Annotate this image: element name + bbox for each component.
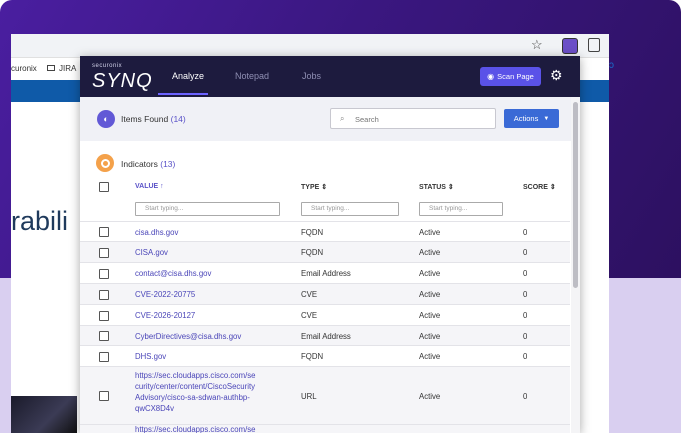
- indicator-type: FQDN: [301, 352, 324, 361]
- search-icon: ⌕: [340, 114, 345, 123]
- actions-label: Actions: [513, 114, 539, 123]
- filter-placeholder: Start typing...: [145, 205, 184, 212]
- indicator-status: Active: [419, 290, 441, 299]
- indicator-value-link[interactable]: https://sec.cloudapps.cisco.com/se curit…: [135, 370, 285, 414]
- indicator-value-link[interactable]: CISA.gov: [135, 247, 285, 258]
- indicators-text: Indicators: [121, 159, 158, 169]
- bookmark-item[interactable]: JIRA: [59, 64, 76, 73]
- filter-placeholder: Start typing...: [429, 205, 468, 212]
- tab-analyze[interactable]: Analyze: [172, 71, 204, 81]
- table-row[interactable]: CISA.gov FQDN Active 0: [80, 241, 570, 262]
- items-found-label: Items Found (14): [121, 114, 186, 124]
- gear-icon[interactable]: ⚙: [550, 67, 563, 84]
- indicator-type: Email Address: [301, 269, 351, 278]
- table-row[interactable]: https://sec.cloudapps.cisco.com/se curit…: [80, 366, 570, 424]
- items-found-icon: ◐: [97, 110, 115, 128]
- row-checkbox[interactable]: [99, 310, 109, 321]
- table-row[interactable]: https://sec.cloudapps.cisco.com/se: [80, 424, 570, 433]
- table-row[interactable]: CVE-2022-20775 CVE Active 0: [80, 283, 570, 304]
- indicators-heading: Indicators (13): [121, 159, 175, 169]
- scan-page-button[interactable]: ◉ Scan Page: [480, 67, 541, 86]
- indicator-status: Active: [419, 352, 441, 361]
- active-tab-indicator: [158, 93, 208, 95]
- value-filter-input[interactable]: Start typing...: [135, 202, 280, 216]
- indicator-status: Active: [419, 269, 441, 278]
- indicator-value-link[interactable]: CVE-2026-20127: [135, 310, 285, 321]
- indicator-value-link[interactable]: cisa.dhs.gov: [135, 227, 285, 238]
- table-row[interactable]: DHS.gov FQDN Active 0: [80, 345, 570, 366]
- indicator-value-link[interactable]: contact@cisa.dhs.gov: [135, 268, 285, 279]
- tab-jobs[interactable]: Jobs: [302, 71, 321, 81]
- page-edge-fragment: ɔ: [609, 60, 614, 71]
- items-found-text: Items Found: [121, 114, 169, 124]
- chevron-down-icon: ▼: [543, 115, 550, 122]
- indicator-score: 0: [523, 311, 528, 320]
- indicator-score: 0: [523, 352, 528, 361]
- indicator-score: 0: [523, 248, 528, 257]
- indicator-score: 0: [523, 331, 528, 341]
- indicators-icon: [96, 154, 114, 172]
- indicator-score: 0: [523, 227, 528, 237]
- actions-dropdown-button[interactable]: Actions ▼: [504, 109, 559, 128]
- column-header-status[interactable]: STATUS ⇕: [419, 183, 454, 191]
- table-row[interactable]: cisa.dhs.gov FQDN Active 0: [80, 221, 570, 241]
- page-heading-fragment: rabili: [11, 206, 69, 236]
- filter-placeholder: Start typing...: [311, 205, 350, 212]
- column-header-type[interactable]: TYPE ⇕: [301, 183, 327, 191]
- tab-manager-icon[interactable]: [588, 38, 600, 52]
- row-checkbox[interactable]: [99, 351, 109, 362]
- indicator-type: FQDN: [301, 248, 324, 257]
- scan-page-label: Scan Page: [497, 72, 534, 81]
- row-checkbox[interactable]: [99, 247, 109, 258]
- brand-subtitle: securonix: [92, 63, 123, 69]
- scrollbar-thumb[interactable]: [573, 102, 578, 288]
- select-all-checkbox[interactable]: [99, 182, 109, 192]
- panel-header: securonix SYNQ Analyze Notepad Jobs ◉ Sc…: [80, 56, 580, 97]
- synq-extension-panel: securonix SYNQ Analyze Notepad Jobs ◉ Sc…: [80, 56, 580, 433]
- scan-icon: ◉: [487, 72, 495, 81]
- indicators-count: (13): [160, 159, 176, 169]
- column-header-score[interactable]: SCORE ⇕: [523, 183, 556, 191]
- indicator-type: URL: [301, 391, 317, 401]
- indicator-value-link[interactable]: CVE-2022-20775: [135, 289, 285, 300]
- folder-icon: [47, 65, 55, 71]
- indicator-score: 0: [523, 290, 528, 299]
- indicator-status: Active: [419, 311, 441, 320]
- indicator-score: 0: [523, 269, 528, 278]
- brand-logo: SYNQ: [92, 70, 153, 92]
- indicator-value-link[interactable]: CyberDirectives@cisa.dhs.gov: [135, 331, 285, 342]
- indicator-type: Email Address: [301, 331, 351, 341]
- search-input[interactable]: [355, 113, 485, 125]
- indicator-status: Active: [419, 248, 441, 257]
- synq-extension-icon[interactable]: [562, 38, 578, 54]
- indicator-value-link[interactable]: DHS.gov: [135, 351, 285, 362]
- items-found-count: (14): [170, 114, 186, 124]
- indicator-type: FQDN: [301, 227, 324, 237]
- indicator-status: Active: [419, 331, 441, 341]
- row-checkbox[interactable]: [99, 268, 109, 279]
- indicator-status: Active: [419, 227, 441, 237]
- type-filter-input[interactable]: Start typing...: [301, 202, 399, 216]
- indicator-score: 0: [523, 391, 528, 401]
- bookmark-star-icon[interactable]: ☆: [531, 37, 543, 53]
- indicator-value-link[interactable]: https://sec.cloudapps.cisco.com/se: [135, 424, 255, 433]
- bookmark-item[interactable]: curonix: [11, 64, 37, 73]
- indicator-status: Active: [419, 391, 441, 401]
- search-box[interactable]: ⌕: [330, 108, 496, 129]
- table-row[interactable]: CVE-2026-20127 CVE Active 0: [80, 304, 570, 325]
- tab-notepad[interactable]: Notepad: [235, 71, 269, 81]
- row-checkbox[interactable]: [99, 289, 109, 300]
- table-row[interactable]: CyberDirectives@cisa.dhs.gov Email Addres…: [80, 325, 570, 345]
- table-row[interactable]: contact@cisa.dhs.gov Email Address Active 0: [80, 262, 570, 283]
- page-image: [11, 396, 77, 433]
- row-checkbox[interactable]: [99, 331, 109, 341]
- row-checkbox[interactable]: [99, 227, 109, 237]
- row-checkbox[interactable]: [99, 391, 109, 401]
- indicator-type: CVE: [301, 290, 318, 299]
- column-header-value[interactable]: VALUE ↑: [135, 183, 164, 190]
- browser-toolbar: ☆: [11, 34, 609, 58]
- status-filter-input[interactable]: Start typing...: [419, 202, 503, 216]
- indicator-type: CVE: [301, 311, 318, 320]
